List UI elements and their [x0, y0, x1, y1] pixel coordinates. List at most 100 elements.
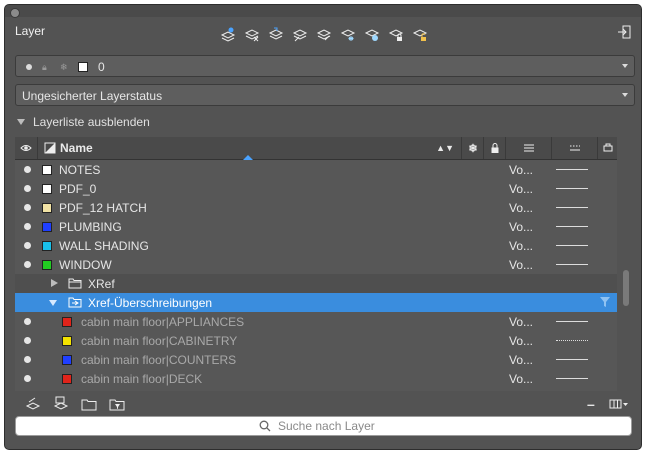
linetype-preview[interactable] — [556, 245, 588, 246]
table-row[interactable]: PLUMBING Vo... — [15, 217, 617, 236]
linetype-value[interactable]: Vo... — [509, 163, 533, 177]
table-row[interactable]: cabin main floor|APPLIANCES Vo... — [15, 312, 617, 331]
filter-icon[interactable] — [599, 296, 611, 308]
delete-layer-icon[interactable] — [243, 25, 261, 43]
linetype-value[interactable]: Vo... — [509, 239, 533, 253]
visibility-toggle[interactable] — [24, 166, 31, 173]
new-layer-icon[interactable] — [219, 25, 237, 43]
table-row[interactable]: PDF_12 HATCH Vo... — [15, 198, 617, 217]
color-swatch[interactable] — [42, 165, 52, 175]
dock-icon[interactable] — [617, 25, 631, 39]
layer-list-toggle[interactable]: Layerliste ausblenden — [17, 115, 150, 129]
linetype-preview[interactable] — [556, 359, 588, 360]
table-row[interactable]: WINDOW Vo... — [15, 255, 617, 274]
xref-overrides-group-row[interactable]: Xref-Überschreibungen — [15, 293, 617, 312]
visibility-toggle[interactable] — [24, 223, 31, 230]
visibility-toggle[interactable] — [24, 261, 31, 268]
linetype-preview[interactable] — [556, 188, 588, 189]
layer-previous-icon[interactable] — [315, 25, 333, 43]
linetype-value[interactable]: Vo... — [509, 353, 533, 367]
delete-button[interactable]: – — [587, 396, 595, 412]
expand-triangle-icon[interactable] — [51, 279, 58, 287]
set-current-icon[interactable] — [267, 25, 285, 43]
xref-group-row[interactable]: XRef — [15, 274, 617, 293]
collapse-triangle-icon[interactable] — [49, 300, 57, 306]
linetype-preview[interactable] — [556, 378, 588, 379]
table-row[interactable]: NOTES Vo... — [15, 160, 617, 179]
close-button[interactable] — [10, 8, 20, 18]
layer-name: WALL SHADING — [59, 239, 149, 253]
color-swatch[interactable] — [62, 355, 72, 365]
table-row[interactable]: cabin main floor|CABINETRY Vo... — [15, 331, 617, 350]
linetype-value[interactable]: Vo... — [509, 201, 533, 215]
linetype-value[interactable]: Vo... — [509, 220, 533, 234]
freeze-column-header[interactable]: ❄ — [461, 137, 484, 159]
plot-column-header[interactable] — [597, 137, 617, 159]
color-swatch[interactable] — [42, 241, 52, 251]
linetype-value[interactable]: Vo... — [509, 182, 533, 196]
linetype-preview[interactable] — [556, 264, 588, 265]
visibility-toggle[interactable] — [24, 375, 31, 382]
linetype-preview[interactable] — [556, 321, 588, 322]
linetype-value[interactable]: Vo... — [509, 334, 533, 348]
freeze-icon: ❄ — [60, 62, 68, 72]
scrollbar-thumb[interactable] — [623, 270, 629, 306]
linetype-value[interactable]: Vo... — [509, 315, 533, 329]
unlock-icon[interactable] — [411, 25, 429, 43]
table-header: Name ▲▼ ❄ — [15, 137, 617, 160]
color-swatch[interactable] — [42, 222, 52, 232]
lock-column-header[interactable] — [483, 137, 506, 159]
visibility-toggle[interactable] — [24, 318, 31, 325]
color-swatch[interactable] — [42, 184, 52, 194]
new-vp-layer-icon[interactable] — [53, 396, 69, 412]
search-input[interactable] — [278, 418, 618, 434]
layer-name: WINDOW — [59, 258, 112, 272]
color-swatch[interactable] — [62, 336, 72, 346]
columns-menu-icon[interactable] — [609, 398, 629, 410]
new-group-filter-icon[interactable] — [81, 396, 97, 412]
color-swatch — [78, 62, 88, 72]
lock-icon: 🔒︎ — [42, 62, 47, 72]
table-row[interactable]: cabin main floor|DECK Vo... — [15, 369, 617, 388]
color-swatch[interactable] — [62, 317, 72, 327]
linetype-preview[interactable] — [556, 207, 588, 208]
lineweight-column-header[interactable] — [505, 137, 552, 159]
table-row[interactable]: PDF_0 Vo... — [15, 179, 617, 198]
new-layer-bottom-icon[interactable] — [25, 396, 41, 412]
color-swatch[interactable] — [62, 374, 72, 384]
lock-icon[interactable] — [387, 25, 405, 43]
layer-search-field[interactable] — [15, 416, 632, 436]
visibility-toggle[interactable] — [24, 356, 31, 363]
freeze-icon[interactable] — [339, 25, 357, 43]
linetype-preview[interactable] — [556, 226, 588, 227]
linetype-preview[interactable] — [556, 340, 588, 341]
linetype-preview[interactable] — [556, 169, 588, 170]
current-layer-select[interactable]: 🔒︎ ❄ 0 — [15, 55, 635, 77]
visibility-toggle[interactable] — [24, 185, 31, 192]
linetype-value[interactable]: Vo... — [509, 372, 533, 386]
visibility-column-header[interactable] — [15, 137, 37, 159]
visibility-toggle[interactable] — [24, 242, 31, 249]
vertical-scrollbar[interactable] — [619, 160, 633, 391]
layer-match-icon[interactable] — [291, 25, 309, 43]
isolate-icon[interactable] — [363, 25, 381, 43]
search-icon — [259, 420, 271, 432]
layer-state-select[interactable]: Ungesicherter Layerstatus — [15, 84, 635, 106]
color-swatch[interactable] — [42, 203, 52, 213]
layer-toolbar — [219, 25, 429, 43]
chevron-down-icon — [622, 64, 628, 68]
panel-title: Layer — [15, 24, 46, 38]
linetype-value[interactable]: Vo... — [509, 258, 533, 272]
layer-name: PDF_0 — [59, 182, 97, 196]
layer-name: NOTES — [59, 163, 101, 177]
table-row[interactable]: WALL SHADING Vo... — [15, 236, 617, 255]
visibility-toggle[interactable] — [24, 337, 31, 344]
visibility-toggle[interactable] — [24, 204, 31, 211]
layer-name: PLUMBING — [59, 220, 122, 234]
title-bar[interactable] — [5, 5, 641, 18]
new-property-filter-icon[interactable] — [109, 396, 125, 412]
linetype-column-header[interactable] — [551, 137, 598, 159]
on-off-icon — [26, 64, 32, 70]
color-swatch[interactable] — [42, 260, 52, 270]
table-row[interactable]: cabin main floor|COUNTERS Vo... — [15, 350, 617, 369]
